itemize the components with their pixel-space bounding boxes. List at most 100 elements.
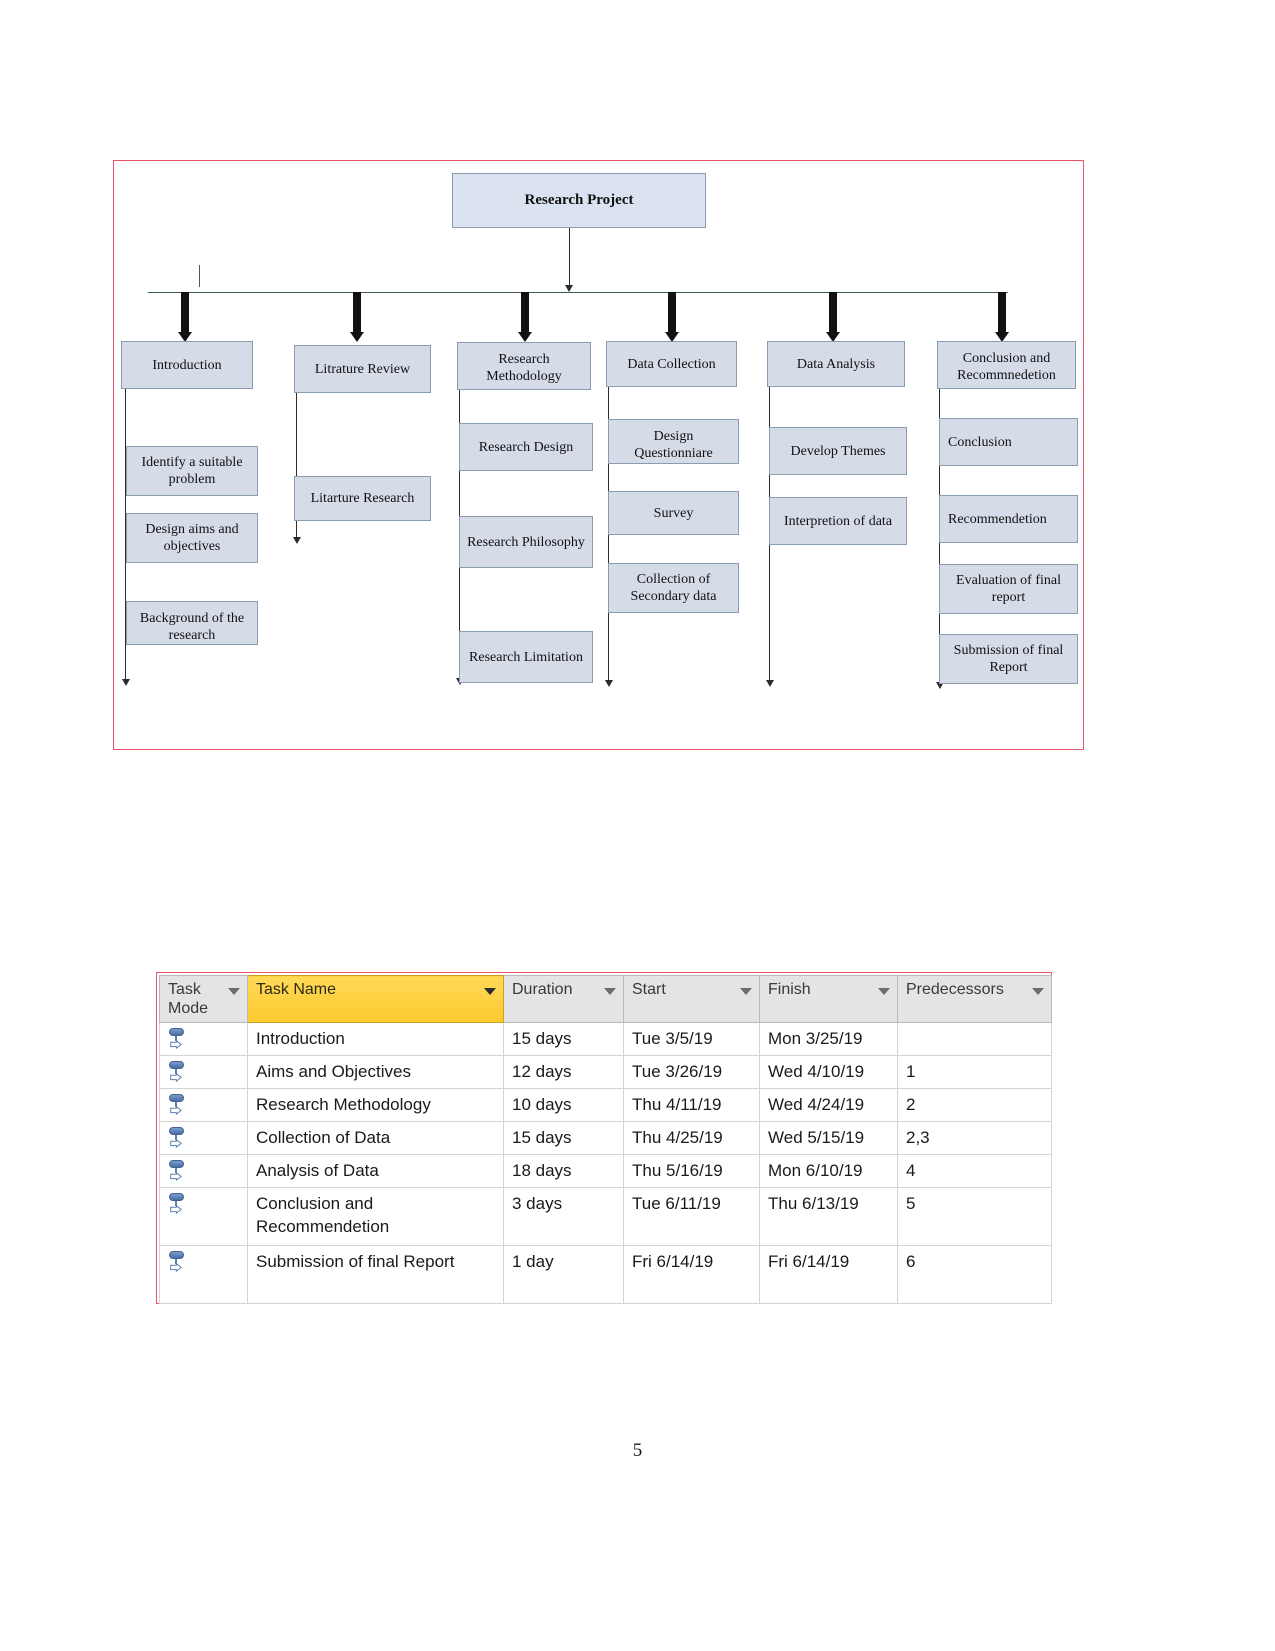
task-name-cell[interactable]: Introduction [247, 1022, 504, 1056]
page-number: 5 [632, 1440, 643, 1461]
column-header-label: Duration [512, 981, 573, 998]
introduction-rail-arrowhead [122, 679, 130, 686]
task-name-cell[interactable]: Collection of Data [247, 1121, 504, 1155]
predecessors-cell[interactable]: 2,3 [897, 1121, 1052, 1155]
task-name-cell[interactable]: Research Methodology [247, 1088, 504, 1122]
flow-node-research-project: Research Project [452, 173, 706, 228]
flow-node-evaluation-final-report: Evaluation of final report [939, 564, 1078, 614]
start-date-cell[interactable]: Tue 3/5/19 [623, 1022, 760, 1056]
duration-cell[interactable]: 12 days [503, 1055, 624, 1089]
finish-date-cell[interactable]: Wed 4/10/19 [759, 1055, 898, 1089]
task-mode-cell[interactable] [159, 1088, 248, 1122]
flow-node-develop-themes: Develop Themes [769, 427, 907, 475]
predecessors-cell[interactable]: 1 [897, 1055, 1052, 1089]
column-header-start[interactable]: Start [623, 975, 760, 1023]
flow-node-label: Recommendetion [948, 511, 1047, 527]
finish-date-cell[interactable]: Wed 5/15/19 [759, 1121, 898, 1155]
flow-node-label: Research Design [478, 439, 574, 455]
branch-arrow-2 [350, 292, 364, 342]
duration-cell[interactable]: 10 days [503, 1088, 624, 1122]
start-date-cell[interactable]: Tue 3/26/19 [623, 1055, 760, 1089]
branch-arrow-6 [995, 292, 1009, 342]
duration-cell[interactable]: 3 days [503, 1187, 624, 1246]
duration-cell[interactable]: 15 days [503, 1121, 624, 1155]
chevron-down-icon[interactable] [1032, 988, 1044, 995]
flow-node-litarture-research: Litarture Research [294, 476, 431, 521]
flow-node-identify-problem: Identify a suitable problem [126, 446, 258, 496]
predecessors-cell[interactable] [897, 1022, 1052, 1056]
task-name-cell[interactable]: Aims and Objectives [247, 1055, 504, 1089]
column-header-predecessors[interactable]: Predecessors [897, 975, 1052, 1023]
flow-node-recommendetion: Recommendetion [939, 495, 1078, 543]
finish-date-cell[interactable]: Thu 6/13/19 [759, 1187, 898, 1246]
duration-cell[interactable]: 15 days [503, 1022, 624, 1056]
flow-node-label: Evaluation of final report [956, 573, 1061, 605]
column-header-duration[interactable]: Duration [503, 975, 624, 1023]
predecessors-cell[interactable]: 5 [897, 1187, 1052, 1246]
flow-node-label: Survey [653, 505, 694, 521]
table-row[interactable]: Analysis of Data 18 days Thu 5/16/19 Mon 6/… [159, 1154, 1052, 1188]
finish-date-cell[interactable]: Wed 4/24/19 [759, 1088, 898, 1122]
manual-schedule-icon[interactable] [168, 1159, 188, 1183]
task-mode-cell[interactable] [159, 1055, 248, 1089]
finish-date-cell[interactable]: Mon 6/10/19 [759, 1154, 898, 1188]
finish-date-cell[interactable]: Fri 6/14/19 [759, 1245, 898, 1304]
table-row[interactable]: Collection of Data 15 days Thu 4/25/19 Wed … [159, 1121, 1052, 1155]
task-mode-cell[interactable] [159, 1187, 248, 1246]
litrature-review-rail-arrowhead [293, 537, 301, 544]
manual-schedule-icon[interactable] [168, 1093, 188, 1117]
column-header-label: Finish [768, 981, 811, 998]
chevron-down-icon[interactable] [878, 988, 890, 995]
column-header-finish[interactable]: Finish [759, 975, 898, 1023]
flow-node-label: Research Project [524, 192, 634, 208]
start-date-cell[interactable]: Thu 5/16/19 [623, 1154, 760, 1188]
predecessors-cell[interactable]: 2 [897, 1088, 1052, 1122]
predecessors-cell[interactable]: 6 [897, 1245, 1052, 1304]
task-name-cell[interactable]: Analysis of Data [247, 1154, 504, 1188]
root-connector-line [569, 228, 570, 288]
flow-node-label: Background of the research [139, 611, 245, 643]
start-date-cell[interactable]: Thu 4/25/19 [623, 1121, 760, 1155]
flow-node-label: Conclusion [948, 434, 1012, 450]
table-row[interactable]: Aims and Objectives 12 days Tue 3/26/19 Wed… [159, 1055, 1052, 1089]
duration-cell[interactable]: 18 days [503, 1154, 624, 1188]
flow-node-data-analysis: Data Analysis [767, 341, 905, 387]
table-row[interactable]: Research Methodology 10 days Thu 4/11/19 We… [159, 1088, 1052, 1122]
manual-schedule-icon[interactable] [168, 1027, 188, 1051]
flow-node-research-design: Research Design [459, 423, 593, 471]
start-date-cell[interactable]: Thu 4/11/19 [623, 1088, 760, 1122]
task-name-cell[interactable]: Conclusion and Recommendetion [247, 1187, 504, 1246]
column-header-label: Task Mode [168, 981, 209, 1017]
task-name-cell[interactable]: Submission of final Report [247, 1245, 504, 1304]
column-header-task-name[interactable]: Task Name [247, 975, 504, 1023]
distribution-bus-line [148, 292, 1008, 293]
column-header-task-mode[interactable]: Task Mode [159, 975, 248, 1023]
table-row[interactable]: Introduction 15 days Tue 3/5/19 Mon 3/25/19 [159, 1022, 1052, 1056]
task-mode-cell[interactable] [159, 1154, 248, 1188]
chevron-down-icon[interactable] [604, 988, 616, 995]
branch-arrow-1 [178, 292, 192, 342]
manual-schedule-icon[interactable] [168, 1250, 188, 1274]
manual-schedule-icon[interactable] [168, 1060, 188, 1084]
flow-node-label: Design aims and objectives [145, 522, 239, 554]
table-row[interactable]: Conclusion and Recommendetion 3 days Tue 6… [159, 1187, 1052, 1246]
manual-schedule-icon[interactable] [168, 1126, 188, 1150]
task-mode-cell[interactable] [159, 1245, 248, 1304]
start-date-cell[interactable]: Fri 6/14/19 [623, 1245, 760, 1304]
chevron-down-icon[interactable] [228, 988, 240, 995]
table-row[interactable]: Submission of final Report 1 day Fri 6/14/… [159, 1245, 1052, 1304]
data-analysis-rail-arrowhead [766, 680, 774, 687]
predecessors-cell[interactable]: 4 [897, 1154, 1052, 1188]
chevron-down-icon[interactable] [740, 988, 752, 995]
finish-date-cell[interactable]: Mon 3/25/19 [759, 1022, 898, 1056]
flow-node-survey: Survey [608, 491, 739, 535]
task-mode-cell[interactable] [159, 1022, 248, 1056]
arrow-right-icon [170, 1040, 182, 1049]
task-mode-cell[interactable] [159, 1121, 248, 1155]
flow-node-conclusion-recommendetion: Conclusion and Recommnedetion [937, 341, 1076, 389]
duration-cell[interactable]: 1 day [503, 1245, 624, 1304]
flow-node-design-questionniare: Design Questionniare [608, 419, 739, 464]
start-date-cell[interactable]: Tue 6/11/19 [623, 1187, 760, 1246]
manual-schedule-icon[interactable] [168, 1192, 188, 1216]
chevron-down-icon[interactable] [484, 988, 496, 995]
